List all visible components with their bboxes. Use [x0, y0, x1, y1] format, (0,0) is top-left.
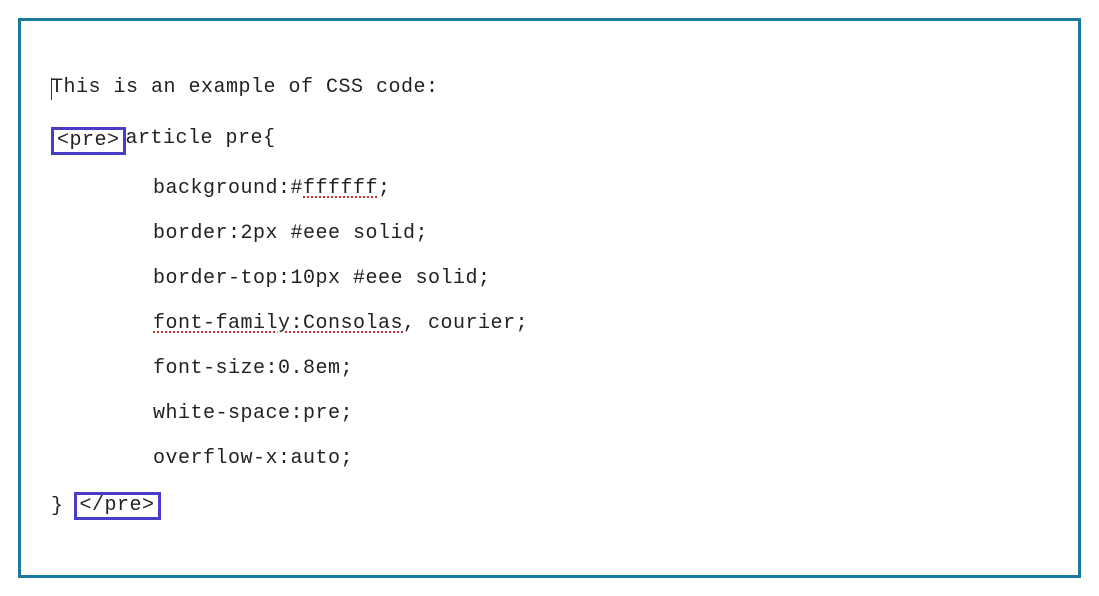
prop-text: background:# — [153, 177, 303, 200]
prop-suffix: ; — [378, 177, 391, 200]
code-line-close: } </pre> — [51, 492, 1048, 520]
code-line-3: border-top:10px #eee solid; — [51, 267, 1048, 290]
code-line-1: background:#ffffff; — [51, 177, 1048, 200]
intro-text: This is an example of CSS code: — [51, 76, 1048, 99]
code-example-box: This is an example of CSS code: <pre> ar… — [18, 18, 1081, 578]
pre-close-tag: </pre> — [74, 492, 161, 520]
code-line-5: font-size:0.8em; — [51, 357, 1048, 380]
prop-suffix: , courier; — [403, 312, 528, 335]
spellcheck-word: font-family:Consolas — [153, 312, 403, 335]
code-line-6: white-space:pre; — [51, 402, 1048, 425]
code-line-7: overflow-x:auto; — [51, 447, 1048, 470]
code-line-4: font-family:Consolas, courier; — [51, 312, 1048, 335]
pre-open-tag: <pre> — [51, 127, 126, 155]
close-brace: } — [51, 495, 64, 518]
spellcheck-word: ffffff — [303, 177, 378, 200]
code-line-open: <pre> article pre{ — [51, 127, 1048, 155]
selector-text: article pre{ — [126, 127, 276, 151]
text-cursor — [51, 78, 52, 100]
code-line-2: border:2px #eee solid; — [51, 222, 1048, 245]
